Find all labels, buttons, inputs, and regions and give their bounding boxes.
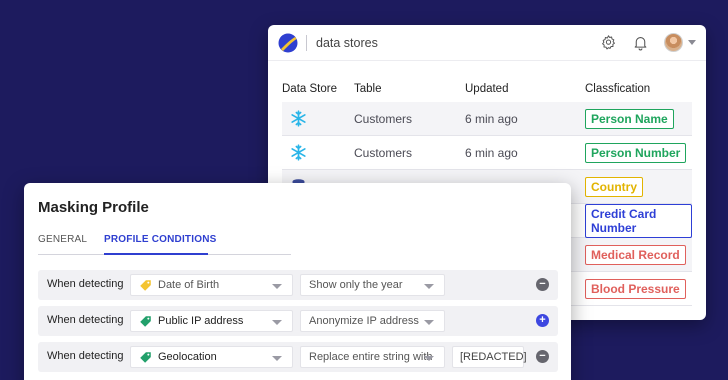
- condition-row: When detecting Date of Birth Show only t…: [38, 270, 558, 300]
- classification-badge: Country: [585, 176, 643, 197]
- snowflake-icon: [291, 144, 306, 161]
- chevron-down-icon: [272, 320, 282, 325]
- action-dropdown-value: Replace entire string with: [309, 351, 433, 363]
- table-header: Data Store Table Updated Classfication: [282, 75, 692, 102]
- action-dropdown-value: Show only the year: [309, 279, 403, 291]
- classification-badge: Person Number: [585, 142, 687, 163]
- active-tab-indicator: [104, 253, 208, 255]
- tag-icon: [140, 315, 151, 327]
- table-cell-table: Customers: [354, 145, 413, 160]
- page-title: data stores: [316, 35, 378, 50]
- table-row[interactable]: Customers 6 min ago Person Number: [282, 136, 692, 170]
- table-cell-table: Customers: [354, 111, 413, 126]
- classification-badge: Blood Pressure: [585, 278, 686, 299]
- action-dropdown-value: Anonymize IP address: [309, 315, 419, 327]
- classification-badge: Medical Record: [585, 244, 686, 265]
- classification-badge: Person Name: [585, 108, 674, 129]
- caret-down-icon[interactable]: [688, 40, 696, 45]
- condition-label: When detecting: [47, 314, 124, 326]
- action-dropdown[interactable]: Show only the year: [300, 274, 445, 296]
- remove-condition-button[interactable]: −: [536, 350, 549, 363]
- chevron-down-icon: [272, 356, 282, 361]
- tag-icon: [140, 351, 151, 363]
- tag-icon: [140, 279, 151, 291]
- chevron-down-icon: [424, 284, 434, 289]
- masking-profile-panel: Masking Profile GENERAL PROFILE CONDITIO…: [24, 183, 571, 380]
- header-divider: [306, 34, 307, 51]
- tab-profile-conditions[interactable]: PROFILE CONDITIONS: [104, 234, 217, 245]
- profile-tabs: GENERAL PROFILE CONDITIONS: [38, 234, 291, 255]
- condition-label: When detecting: [47, 278, 124, 290]
- field-dropdown-value: Date of Birth: [158, 279, 220, 291]
- field-dropdown-value: Public IP address: [158, 315, 244, 327]
- tab-general[interactable]: GENERAL: [38, 234, 87, 245]
- settings-gear-icon[interactable]: [600, 34, 617, 51]
- column-header-updated[interactable]: Updated: [465, 83, 585, 95]
- field-dropdown[interactable]: Geolocation: [130, 346, 293, 368]
- data-stores-header: data stores: [268, 25, 706, 61]
- table-cell-updated: 6 min ago: [465, 145, 518, 160]
- column-header-data-store[interactable]: Data Store: [282, 83, 354, 95]
- chevron-down-icon: [424, 320, 434, 325]
- panel-title: Masking Profile: [38, 199, 149, 216]
- field-dropdown[interactable]: Public IP address: [130, 310, 293, 332]
- condition-row: When detecting Geolocation Replace entir…: [38, 342, 558, 372]
- table-row[interactable]: Customers 6 min ago Person Name: [282, 102, 692, 136]
- column-header-classification[interactable]: Classfication: [585, 83, 692, 95]
- add-condition-button[interactable]: +: [536, 314, 549, 327]
- table-cell-updated: 6 min ago: [465, 111, 518, 126]
- bell-icon[interactable]: [632, 34, 649, 51]
- action-dropdown[interactable]: Anonymize IP address: [300, 310, 445, 332]
- remove-condition-button[interactable]: −: [536, 278, 549, 291]
- field-dropdown[interactable]: Date of Birth: [130, 274, 293, 296]
- user-avatar[interactable]: [664, 33, 683, 52]
- replacement-input[interactable]: [REDACTED]: [452, 346, 527, 368]
- column-header-table[interactable]: Table: [354, 83, 465, 95]
- snowflake-icon: [291, 110, 306, 127]
- condition-label: When detecting: [47, 350, 124, 362]
- chevron-down-icon: [424, 356, 434, 361]
- classification-badge: Credit Card Number: [585, 203, 692, 238]
- logo-icon[interactable]: [278, 33, 298, 53]
- chevron-down-icon: [272, 284, 282, 289]
- action-dropdown[interactable]: Replace entire string with: [300, 346, 445, 368]
- user-menu[interactable]: [664, 33, 696, 52]
- condition-row: When detecting Public IP address Anonymi…: [38, 306, 558, 336]
- field-dropdown-value: Geolocation: [158, 351, 217, 363]
